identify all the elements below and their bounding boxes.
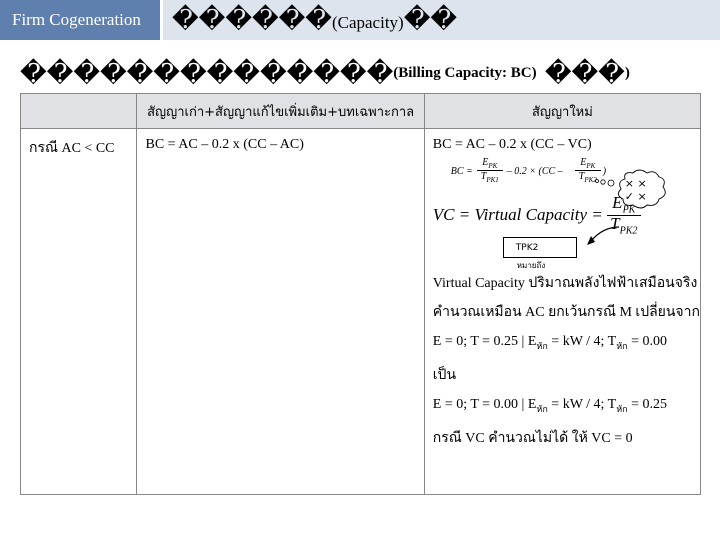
header-blank: [19, 93, 138, 129]
new-line-3: E = 0; T = 0.25 | Eหัก = kW / 4; Tหัก = …: [432, 334, 668, 351]
comparison-table: สัญญาเก่า+สัญญาแก้ไขเพิ่มเติม+บทเฉพาะกาล…: [19, 93, 702, 495]
new-line-7: กรณี VC คำนวณไม่ได้ ให้ VC = 0: [432, 430, 633, 446]
tag-separator: [160, 0, 163, 40]
tpk-note: หมายถึง: [516, 261, 546, 270]
header-old-contract: สัญญาเก่า+สัญญาแก้ไขเพิ่มเติม+บทเฉพาะกาล: [136, 93, 425, 129]
subtitle-glyphs: ��������������: [20, 59, 394, 89]
new-line-2: คำนวณเหมือน AC ยกเว้นกรณี M เปลี่ยนจาก: [432, 305, 700, 320]
row-label: กรณี AC < CC: [29, 141, 115, 156]
header-new-contract: สัญญาใหม่: [423, 93, 702, 129]
new-formula-1: BC = AC – 0.2 x (CC – VC): [432, 137, 592, 152]
arrow-icon: [586, 226, 619, 245]
section-tag: Firm Cogeneration: [0, 0, 160, 40]
title-tail: ��: [403, 5, 458, 35]
cloud-marks: × × ✓ ×: [624, 177, 647, 203]
new-line-5: E = 0; T = 0.00 | Eหัก = kW / 4; Tหัก = …: [432, 396, 668, 414]
new-contract-cell: BC = AC – 0.2 x (CC – VC) BC = EPK TPK1 …: [423, 128, 702, 495]
table-row: กรณี AC < CC BC = AC – 0.2 x (CC – AC) B…: [19, 128, 702, 495]
tpk-annotation: TPK2 หมายถึง: [433, 226, 700, 270]
table-header-row: สัญญาเก่า+สัญญาแก้ไขเพิ่มเติม+บทเฉพาะกาล…: [19, 93, 702, 129]
slide-title: ������(Capacity)��: [172, 4, 457, 39]
old-formula: BC = AC – 0.2 x (CC – AC): [145, 137, 304, 152]
subtitle-paren: (Billing Capacity: BC): [393, 65, 537, 81]
title-paren: (Capacity): [331, 13, 404, 32]
tpk-box: TPK2: [502, 237, 577, 258]
slide-subtitle: ��������������(Billing Capacity: BC) ���…: [20, 56, 700, 98]
title-glyphs: ������: [172, 5, 332, 35]
subtitle-tail-glyphs: ���: [544, 59, 625, 89]
subtitle-tail-paren: ): [624, 65, 630, 81]
new-line-1: Virtual Capacity ปริมาณพลังไฟฟ้าเสมือนจร…: [432, 276, 698, 291]
new-line-4: เป็น: [432, 367, 457, 383]
